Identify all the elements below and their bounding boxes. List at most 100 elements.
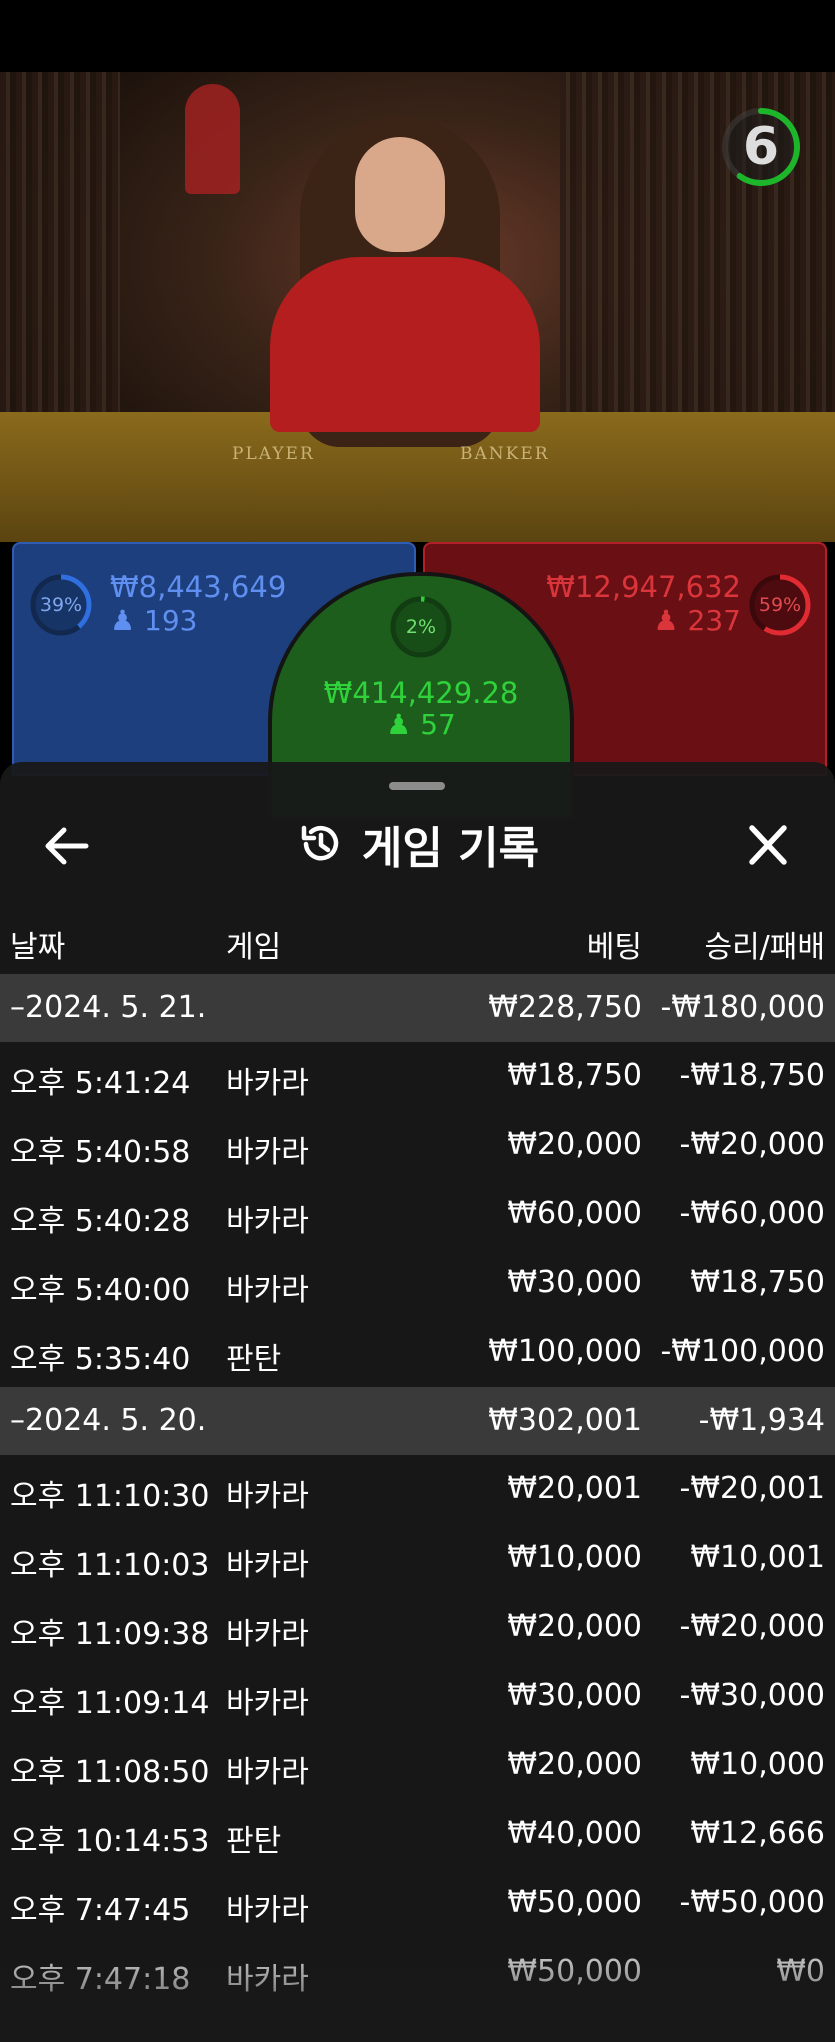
row-game: 판탄 (226, 1342, 282, 1377)
row-game: 바카라 (226, 1617, 309, 1652)
group-bet-total: ₩302,001 (488, 1403, 642, 1438)
row-game: 바카라 (226, 1066, 309, 1101)
row-game: 바카라 (226, 1962, 309, 1997)
table-label-banker: BANKER (460, 444, 550, 464)
history-row[interactable]: 오후 5:40:28 바카라 ₩60,000 -₩60,000 (0, 1180, 835, 1249)
row-bet: ₩60,000 (507, 1196, 642, 1231)
row-time: 오후 11:08:50 (10, 1755, 210, 1790)
tie-total-amount: ₩414,429.28 (323, 676, 519, 710)
tie-percent: 2% (405, 616, 437, 638)
history-row[interactable]: 오후 11:10:30 바카라 ₩20,001 -₩20,001 (0, 1455, 835, 1524)
group-bet-total: ₩228,750 (488, 990, 642, 1025)
history-row[interactable]: 오후 11:10:03 바카라 ₩10,000 ₩10,001 (0, 1524, 835, 1593)
row-bet: ₩40,000 (507, 1816, 642, 1851)
dealer-body (270, 257, 540, 432)
group-date: –2024. 5. 20. (10, 1403, 207, 1438)
row-game: 바카라 (226, 1204, 309, 1239)
column-header-game: 게임 (226, 930, 282, 965)
row-result: ₩18,750 (690, 1265, 825, 1300)
row-bet: ₩20,000 (507, 1609, 642, 1644)
history-row[interactable]: 오후 5:40:58 바카라 ₩20,000 -₩20,000 (0, 1111, 835, 1180)
row-bet: ₩50,000 (507, 1954, 642, 1989)
row-time: 오후 7:47:18 (10, 1962, 191, 1997)
background-dealer (185, 84, 240, 194)
user-icon: ♟ (386, 708, 412, 741)
player-total-amount: ₩8,443,649 (110, 570, 287, 604)
row-result: -₩20,001 (679, 1471, 825, 1506)
row-result: -₩60,000 (679, 1196, 825, 1231)
user-icon: ♟ (110, 604, 136, 637)
row-result: ₩0 (776, 1954, 825, 1989)
tie-count: 57 (420, 708, 456, 741)
row-bet: ₩20,001 (507, 1471, 642, 1506)
history-row[interactable]: 오후 7:47:18 바카라 ₩50,000 ₩0 (0, 1938, 835, 2007)
history-list: –2024. 5. 21. ₩228,750 -₩180,000 오후 5:41:24… (0, 974, 835, 2007)
column-header-date: 날짜 (10, 930, 66, 965)
row-bet: ₩20,000 (507, 1127, 642, 1162)
row-time: 오후 11:10:03 (10, 1548, 210, 1583)
row-game: 바카라 (226, 1686, 309, 1721)
row-result: -₩30,000 (679, 1678, 825, 1713)
row-result: -₩100,000 (660, 1334, 825, 1369)
row-bet: ₩100,000 (488, 1334, 642, 1369)
row-bet: ₩30,000 (507, 1678, 642, 1713)
history-row[interactable]: 오후 11:09:14 바카라 ₩30,000 -₩30,000 (0, 1662, 835, 1731)
banker-count: 237 (687, 604, 741, 637)
table-label-player: PLAYER (232, 444, 315, 464)
row-result: -₩20,000 (679, 1609, 825, 1644)
row-result: -₩20,000 (679, 1127, 825, 1162)
banker-total-amount: ₩12,947,632 (546, 570, 741, 604)
row-bet: ₩50,000 (507, 1885, 642, 1920)
close-icon (749, 825, 787, 865)
modal-title: 게임 기록 (361, 823, 540, 874)
column-header-result: 승리/패배 (704, 930, 825, 965)
player-percent: 39% (39, 594, 83, 616)
row-result: -₩18,750 (679, 1058, 825, 1093)
row-game: 바카라 (226, 1273, 309, 1308)
row-time: 오후 5:35:40 (10, 1342, 191, 1377)
row-time: 오후 7:47:45 (10, 1893, 191, 1928)
row-result: ₩12,666 (690, 1816, 825, 1851)
group-result-total: -₩180,000 (660, 990, 825, 1025)
close-button[interactable] (740, 820, 796, 872)
dealer-face (355, 137, 445, 252)
history-row[interactable]: 오후 11:09:38 바카라 ₩20,000 -₩20,000 (0, 1593, 835, 1662)
countdown-timer-value: 6 (742, 117, 780, 177)
row-time: 오후 11:10:30 (10, 1479, 210, 1514)
row-time: 오후 10:14:53 (10, 1824, 210, 1859)
history-date-group[interactable]: –2024. 5. 21. ₩228,750 -₩180,000 (0, 974, 835, 1042)
game-history-sheet: 게임 기록 날짜 게임 베팅 승리/패배 –2024. 5. 21. ₩228,7… (0, 762, 835, 2042)
history-row[interactable]: 오후 10:14:53 판탄 ₩40,000 ₩12,666 (0, 1800, 835, 1869)
column-header-bet: 베팅 (586, 930, 642, 965)
history-row[interactable]: 오후 7:47:45 바카라 ₩50,000 -₩50,000 (0, 1869, 835, 1938)
row-result: ₩10,000 (690, 1747, 825, 1782)
row-time: 오후 5:41:24 (10, 1066, 191, 1101)
row-bet: ₩20,000 (507, 1747, 642, 1782)
group-result-total: -₩1,934 (698, 1403, 825, 1438)
row-time: 오후 5:40:28 (10, 1204, 191, 1239)
row-game: 바카라 (226, 1135, 309, 1170)
sheet-drag-handle[interactable] (389, 782, 445, 790)
live-dealer-video: PLAYER BANKER (0, 72, 835, 542)
row-bet: ₩18,750 (507, 1058, 642, 1093)
history-date-group[interactable]: –2024. 5. 20. ₩302,001 -₩1,934 (0, 1387, 835, 1455)
user-icon: ♟ (653, 604, 679, 637)
history-row[interactable]: 오후 5:41:24 바카라 ₩18,750 -₩18,750 (0, 1042, 835, 1111)
row-bet: ₩10,000 (507, 1540, 642, 1575)
row-time: 오후 11:09:14 (10, 1686, 210, 1721)
history-clock-icon (301, 825, 339, 861)
history-row[interactable]: 오후 11:08:50 바카라 ₩20,000 ₩10,000 (0, 1731, 835, 1800)
history-row[interactable]: 오후 5:40:00 바카라 ₩30,000 ₩18,750 (0, 1249, 835, 1318)
row-time: 오후 5:40:00 (10, 1273, 191, 1308)
group-date: –2024. 5. 21. (10, 990, 207, 1025)
banker-percent: 59% (758, 594, 802, 616)
row-result: -₩50,000 (679, 1885, 825, 1920)
player-count: 193 (144, 604, 198, 637)
row-game: 판탄 (226, 1824, 282, 1859)
row-result: ₩10,001 (690, 1540, 825, 1575)
row-time: 오후 11:09:38 (10, 1617, 210, 1652)
row-game: 바카라 (226, 1479, 309, 1514)
row-game: 바카라 (226, 1755, 309, 1790)
history-row[interactable]: 오후 5:35:40 판탄 ₩100,000 -₩100,000 (0, 1318, 835, 1387)
row-game: 바카라 (226, 1548, 309, 1583)
